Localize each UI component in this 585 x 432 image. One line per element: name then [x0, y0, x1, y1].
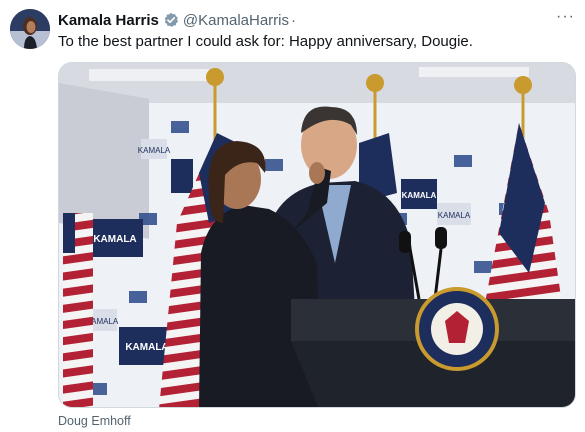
- flag-left: [63, 213, 93, 407]
- tweet-text: To the best partner I could ask for: Hap…: [58, 33, 473, 50]
- tweet-photo[interactable]: KAMALA KAMALA KAMALA KAMALA KAMALA KAMAL…: [58, 62, 576, 408]
- separator-dot: ·: [291, 11, 296, 29]
- author-handle[interactable]: @KamalaHarris: [183, 12, 289, 29]
- avatar-image: [10, 9, 50, 49]
- more-options-icon[interactable]: ···: [556, 8, 575, 26]
- tweet-header: Kamala Harris @KamalaHarris · ···: [58, 8, 575, 30]
- backdrop-sign-text: KAMALA: [125, 342, 168, 353]
- avatar[interactable]: [10, 9, 50, 49]
- media-caption[interactable]: Doug Emhoff: [58, 414, 131, 428]
- backdrop-sign-text: KAMALA: [402, 191, 437, 200]
- backdrop-sign-text: KAMALA: [138, 146, 171, 155]
- backdrop-sign-text: KAMALA: [93, 234, 136, 245]
- verified-badge-icon: [163, 12, 179, 28]
- photo-illustration: KAMALA KAMALA KAMALA KAMALA KAMALA KAMAL…: [59, 63, 575, 407]
- backdrop-sign-text: KAMALA: [438, 211, 471, 220]
- author-name[interactable]: Kamala Harris: [58, 12, 159, 29]
